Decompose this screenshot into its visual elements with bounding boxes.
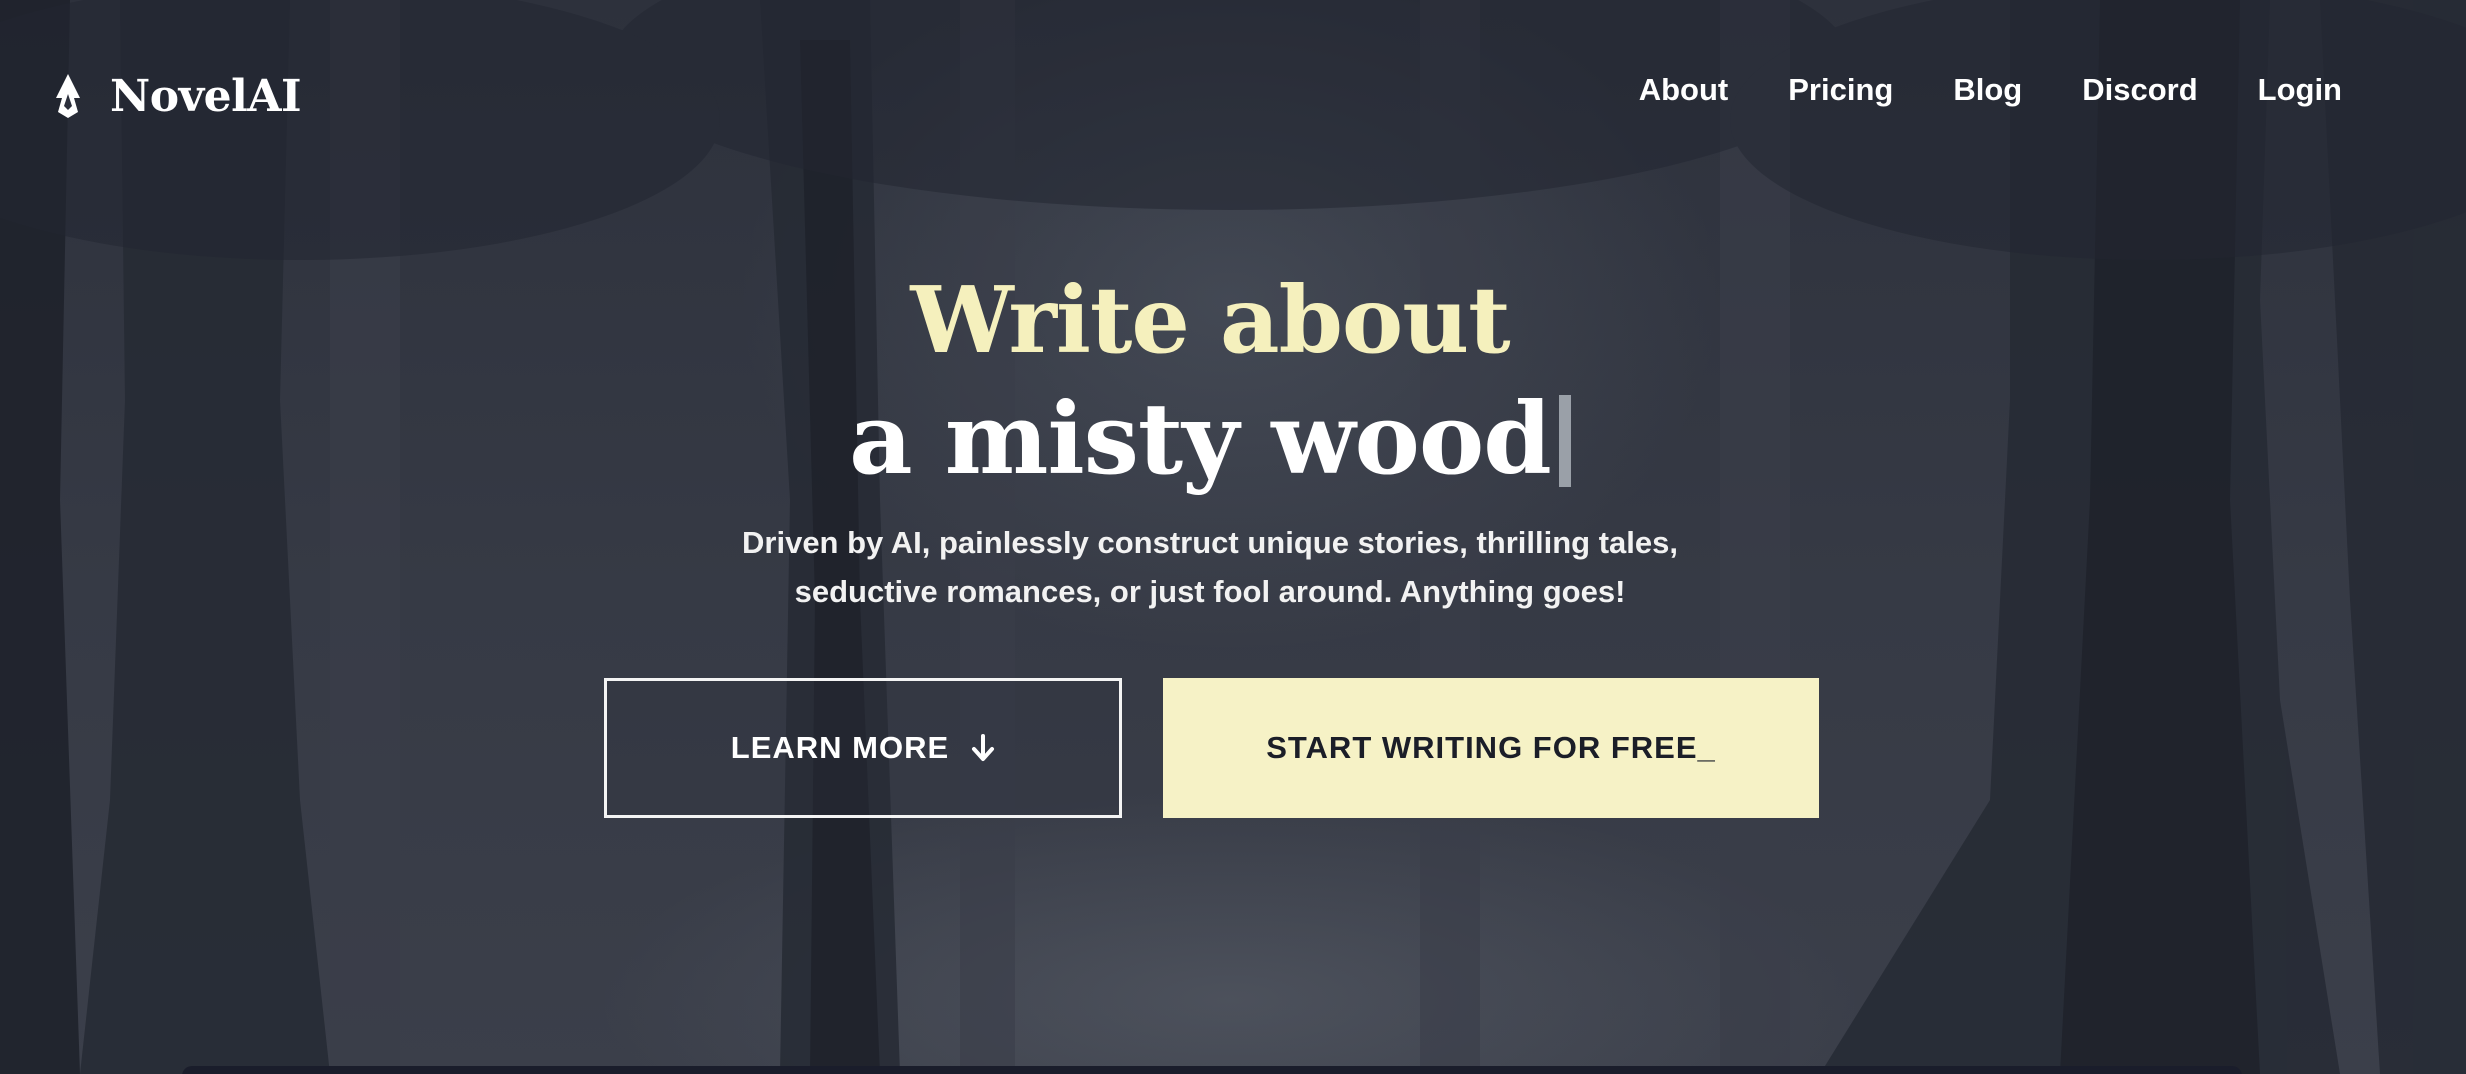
start-writing-button[interactable]: START WRITING FOR FREE_ — [1163, 678, 1819, 818]
start-writing-label: START WRITING FOR FREE_ — [1266, 730, 1716, 765]
hero-headline: Write about — [910, 266, 1510, 374]
learn-more-button[interactable]: LEARN MORE — [604, 678, 1122, 818]
hero-typed-headline: a misty wood — [0, 382, 2420, 498]
content-panel-edge — [182, 1066, 2242, 1074]
subtitle-line-1: Driven by AI, painlessly construct uniqu… — [742, 525, 1678, 560]
brand-name: NovelAI — [110, 70, 302, 122]
nav-link-about[interactable]: About — [1639, 72, 1729, 108]
typed-text: a misty wood — [849, 382, 1552, 497]
learn-more-label: LEARN MORE — [730, 730, 950, 765]
nav-link-login[interactable]: Login — [2258, 72, 2342, 108]
typing-caret — [1558, 395, 1571, 487]
quill-pen-icon — [56, 74, 80, 118]
nav-link-discord[interactable]: Discord — [2082, 72, 2197, 108]
nav-link-blog[interactable]: Blog — [1953, 72, 2022, 108]
arrow-down-icon — [972, 734, 995, 761]
top-navigation: About Pricing Blog Discord Login — [1639, 72, 2342, 108]
nav-link-pricing[interactable]: Pricing — [1788, 72, 1893, 108]
hero-subtitle: Driven by AI, painlessly construct uniqu… — [0, 518, 2420, 616]
subtitle-line-2: seductive romances, or just fool around.… — [794, 574, 1626, 609]
brand-logo-link[interactable]: NovelAI — [48, 66, 302, 126]
